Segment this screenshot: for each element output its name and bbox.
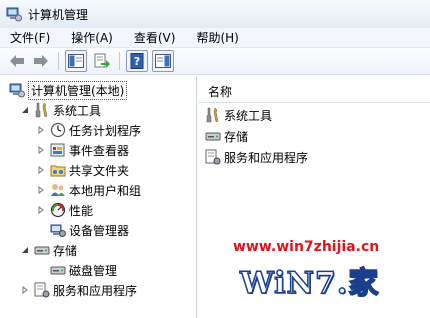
toolbar-separator (119, 52, 120, 70)
back-button[interactable] (6, 50, 28, 72)
forward-button[interactable] (30, 50, 52, 72)
column-header-name[interactable]: 名称 (199, 81, 430, 103)
watermark-logo: WiN7.家 (239, 258, 410, 302)
event-viewer-icon (50, 143, 65, 157)
services-icon (34, 282, 50, 298)
tree-item-performance[interactable]: 性能 (36, 200, 93, 220)
tree-label: 性能 (69, 203, 94, 218)
tools-icon (35, 102, 48, 118)
collapsed-arrow-icon[interactable] (36, 125, 46, 135)
tree-label: 事件查看器 (69, 143, 130, 158)
collapsed-arrow-icon[interactable] (36, 205, 46, 215)
show-hide-tree-button[interactable] (65, 50, 87, 72)
back-arrow-icon (10, 55, 24, 67)
watermark-logo-text: WiN7.家 (239, 265, 380, 302)
storage-icon (34, 246, 50, 255)
tree-label: 服务和应用程序 (53, 283, 138, 298)
collapsed-arrow-icon[interactable] (36, 145, 46, 155)
console-tree-icon (68, 54, 84, 68)
tree-item-local-users[interactable]: 本地用户和组 (36, 180, 141, 200)
export-list-button[interactable] (91, 50, 113, 72)
tree-label: 设备管理器 (69, 223, 130, 238)
tree-item-disk-management[interactable]: 磁盘管理 (50, 260, 117, 280)
clock-icon (50, 122, 66, 138)
menu-bar: 文件(F) 操作(A) 查看(V) 帮助(H) (0, 28, 430, 48)
title-bar: 计算机管理 (0, 0, 430, 28)
list-item-storage[interactable]: 存储 (205, 126, 248, 146)
collapsed-arrow-icon[interactable] (36, 185, 46, 195)
tree-item-task-scheduler[interactable]: 任务计划程序 (36, 120, 141, 140)
expanded-arrow-icon[interactable] (20, 245, 30, 255)
svg-text:?: ? (134, 55, 140, 68)
help-icon: ? (130, 53, 144, 69)
list-item-label: 系统工具 (224, 108, 273, 123)
storage-icon (205, 132, 221, 141)
forward-arrow-icon (34, 55, 48, 67)
computer-management-icon (9, 83, 25, 98)
expanded-arrow-icon[interactable] (20, 105, 30, 115)
tree-label: 共享文件夹 (69, 163, 130, 178)
list-item-label: 服务和应用程序 (224, 150, 309, 165)
toolbar: ? (0, 48, 430, 75)
services-icon (205, 149, 221, 165)
tree-label: 计算机管理(本地) (28, 80, 128, 100)
export-icon (94, 53, 110, 68)
collapsed-arrow-icon[interactable] (36, 165, 46, 175)
tree-item-shared-folders[interactable]: 共享文件夹 (36, 160, 129, 180)
show-hide-action-pane-button[interactable] (152, 50, 174, 72)
tree-item-event-viewer[interactable]: 事件查看器 (36, 140, 129, 160)
disk-management-icon (50, 266, 66, 275)
column-header-label: 名称 (208, 85, 233, 99)
menu-view[interactable]: 查看(V) (128, 29, 182, 46)
help-button[interactable]: ? (126, 50, 148, 72)
list-item-services-apps[interactable]: 服务和应用程序 (205, 147, 308, 167)
tree-item-root[interactable]: 计算机管理(本地) (9, 80, 128, 100)
menu-help[interactable]: 帮助(H) (190, 29, 244, 46)
tools-icon (206, 107, 219, 123)
tree-label: 磁盘管理 (69, 263, 118, 278)
tree-label: 系统工具 (53, 103, 102, 118)
menu-action[interactable]: 操作(A) (65, 29, 119, 46)
tree-label: 存储 (53, 243, 78, 258)
list-item-system-tools[interactable]: 系统工具 (205, 105, 272, 125)
console-tree: 计算机管理(本地) 系统工具 任务计划程序 事件查看器 共享文件夹 本地用户和组… (0, 76, 197, 318)
tree-label: 任务计划程序 (69, 123, 142, 138)
tree-item-storage[interactable]: 存储 (20, 240, 77, 260)
tree-item-services-apps[interactable]: 服务和应用程序 (20, 280, 137, 300)
action-pane-icon (155, 54, 171, 68)
tree-item-system-tools[interactable]: 系统工具 (20, 100, 101, 120)
users-icon (51, 184, 65, 196)
tree-label: 本地用户和组 (69, 183, 142, 198)
menu-file[interactable]: 文件(F) (4, 29, 56, 46)
performance-gauge-icon (50, 202, 66, 218)
shared-folder-icon (50, 165, 66, 177)
computer-management-icon (6, 7, 22, 22)
list-item-label: 存储 (224, 129, 249, 144)
toolbar-separator (58, 52, 59, 70)
watermark-url: www.win7zhijia.cn (233, 239, 380, 255)
device-manager-icon (50, 224, 66, 237)
tree-item-device-manager[interactable]: 设备管理器 (50, 220, 129, 240)
collapsed-arrow-icon[interactable] (20, 285, 30, 295)
window-title: 计算机管理 (28, 7, 89, 22)
